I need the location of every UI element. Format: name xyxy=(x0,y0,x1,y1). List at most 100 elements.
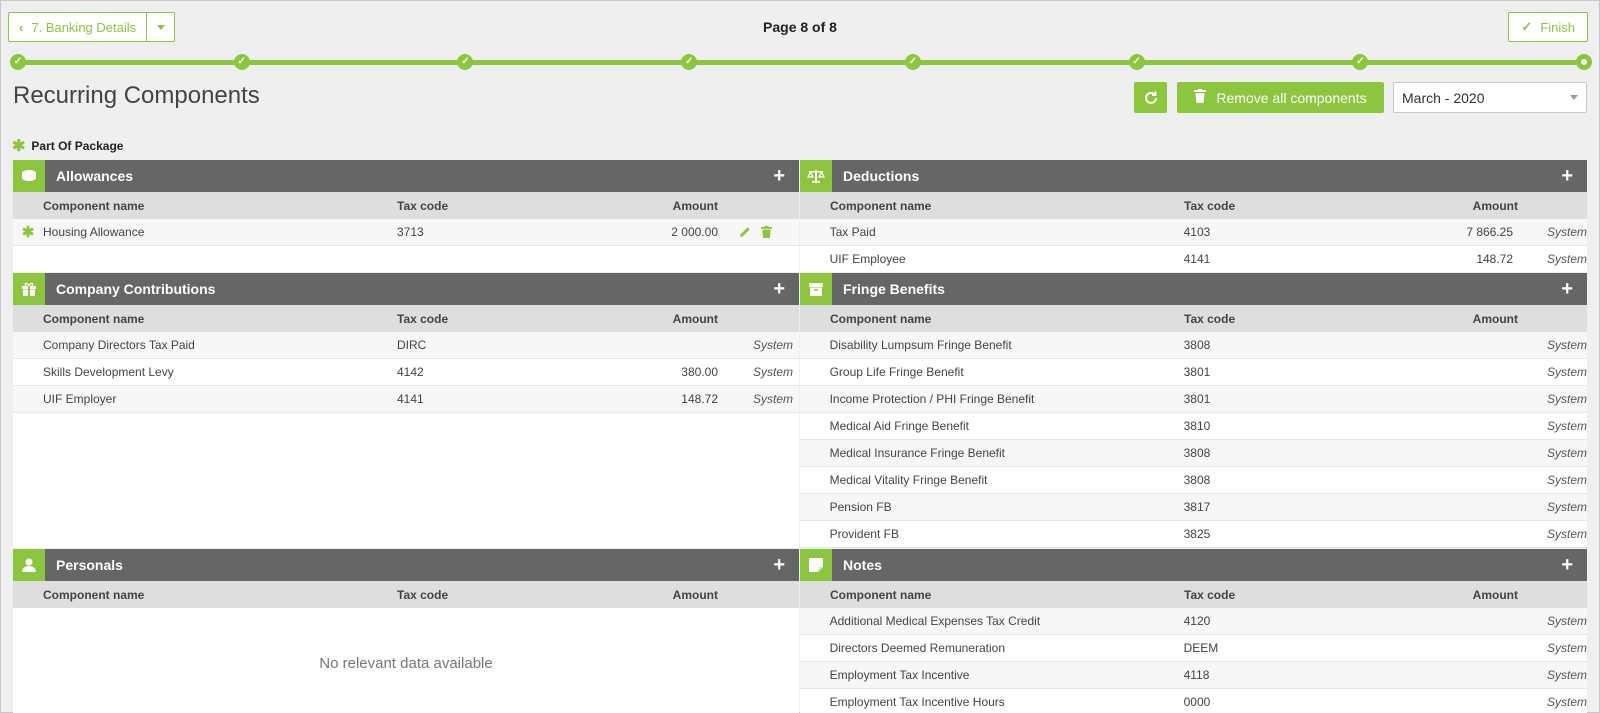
source-label: System xyxy=(1546,225,1587,239)
source-label: System xyxy=(1546,338,1587,352)
column-header-amount: Amount xyxy=(672,587,718,602)
back-button[interactable]: ‹ 7. Banking Details xyxy=(8,12,148,42)
refresh-button[interactable] xyxy=(1134,82,1167,113)
table-row[interactable]: UIF Employee 4141 148.72 System xyxy=(800,246,1587,272)
amount: 380.00 xyxy=(681,365,718,379)
table-row[interactable]: Group Life Fringe Benefit 3801 System xyxy=(800,359,1587,386)
component-name: Group Life Fringe Benefit xyxy=(829,365,964,379)
tax-code: DIRC xyxy=(397,338,427,352)
table-row[interactable]: Tax Paid 4103 7 866.25 System xyxy=(800,219,1587,246)
source-label: System xyxy=(1546,365,1587,379)
add-allowance-button[interactable]: + xyxy=(773,164,785,188)
add-company-contribution-button[interactable]: + xyxy=(773,277,785,301)
panel-title: Allowances xyxy=(56,168,134,184)
tax-code: 3801 xyxy=(1183,365,1211,379)
panel-header: Notes + xyxy=(800,549,1587,581)
column-header-tax: Tax code xyxy=(1184,587,1236,602)
component-name: Disability Lumpsum Fringe Benefit xyxy=(829,338,1012,352)
column-header-row: Component name Tax code Amount xyxy=(800,581,1587,608)
column-header-name: Component name xyxy=(43,311,145,326)
add-personal-button[interactable]: + xyxy=(773,553,785,577)
panel-title: Notes xyxy=(843,557,882,573)
component-name: Directors Deemed Remuneration xyxy=(829,641,1005,655)
period-select[interactable]: March - 2020 xyxy=(1393,82,1587,113)
source-label: System xyxy=(752,392,793,406)
table-row[interactable]: Provident FB 3825 System xyxy=(800,521,1587,548)
table-row[interactable]: Company Directors Tax Paid DIRC System xyxy=(13,332,799,359)
note-icon xyxy=(800,549,832,581)
table-row[interactable]: Employment Tax Incentive Hours 0000 System xyxy=(800,689,1587,713)
tax-code: 3801 xyxy=(1183,392,1211,406)
panel-header: Company Contributions + xyxy=(13,273,799,305)
finish-button[interactable]: ✓ Finish xyxy=(1508,12,1588,42)
progress-step-2[interactable]: ✓ xyxy=(233,54,250,70)
column-header-row: Component name Tax code Amount xyxy=(800,305,1587,332)
add-fringe-benefit-button[interactable]: + xyxy=(1561,277,1573,301)
table-row[interactable]: Medical Insurance Fringe Benefit 3808 Syst… xyxy=(800,440,1587,467)
column-header-tax: Tax code xyxy=(397,198,449,213)
table-row[interactable]: Income Protection / PHI Fringe Benefit 38… xyxy=(800,386,1587,413)
table-row[interactable]: ✱ Housing Allowance 3713 2 000.00 xyxy=(13,219,799,246)
table-row[interactable]: Medical Vitality Fringe Benefit 3808 Syste… xyxy=(800,467,1587,494)
fringe-benefits-panel: Fringe Benefits + Component name Tax cod… xyxy=(800,273,1587,548)
component-name: Medical Aid Fringe Benefit xyxy=(829,419,969,433)
source-label: System xyxy=(1546,419,1587,433)
remove-all-components-button[interactable]: Remove all components xyxy=(1177,82,1384,113)
check-icon: ✓ xyxy=(1521,19,1533,34)
back-dropdown-button[interactable] xyxy=(147,12,176,42)
column-header-tax: Tax code xyxy=(397,587,449,602)
progress-step-8[interactable] xyxy=(1576,54,1592,70)
delete-icon[interactable] xyxy=(761,226,772,238)
back-button-group: ‹ 7. Banking Details xyxy=(8,12,176,42)
column-header-name: Component name xyxy=(43,587,145,602)
user-icon xyxy=(13,549,45,581)
panel-title: Deductions xyxy=(843,168,920,184)
refresh-icon xyxy=(1144,91,1157,104)
source-label: System xyxy=(1546,668,1587,682)
part-of-package-legend: ✱ Part Of Package xyxy=(12,136,123,156)
source-label: System xyxy=(1546,446,1587,460)
amount: 7 866.25 xyxy=(1466,225,1514,239)
column-header-tax: Tax code xyxy=(397,311,449,326)
add-note-button[interactable]: + xyxy=(1561,553,1573,577)
column-header-row: Component name Tax code Amount xyxy=(13,305,799,332)
wizard-progress-bar xyxy=(18,60,1584,65)
progress-step-1[interactable]: ✓ xyxy=(10,54,26,70)
table-row[interactable]: Directors Deemed Remuneration DEEM System xyxy=(800,635,1587,662)
column-header-row: Component name Tax code Amount xyxy=(800,192,1587,219)
table-row[interactable]: Skills Development Levy 4142 380.00 Syst… xyxy=(13,359,799,386)
column-header-tax: Tax code xyxy=(1184,198,1236,213)
coins-icon xyxy=(13,160,45,192)
source-label: System xyxy=(752,338,793,352)
source-label: System xyxy=(1546,641,1587,655)
table-row[interactable]: Pension FB 3817 System xyxy=(800,494,1587,521)
table-row[interactable]: UIF Employer 4141 148.72 System xyxy=(13,386,799,413)
table-row[interactable]: Employment Tax Incentive 4118 System xyxy=(800,662,1587,689)
table-row[interactable]: Additional Medical Expenses Tax Credit 41… xyxy=(800,608,1587,635)
finish-button-label: Finish xyxy=(1540,19,1575,35)
deductions-panel: Deductions + Component name Tax code Amo… xyxy=(800,160,1587,272)
component-name: Employment Tax Incentive Hours xyxy=(829,695,1005,709)
add-deduction-button[interactable]: + xyxy=(1561,164,1573,188)
component-name: Income Protection / PHI Fringe Benefit xyxy=(829,392,1035,406)
tax-code: 3808 xyxy=(1183,446,1211,460)
asterisk-icon: ✱ xyxy=(12,138,26,155)
panel-title: Personals xyxy=(56,557,123,573)
component-name: Housing Allowance xyxy=(43,225,145,239)
column-header-row: Component name Tax code Amount xyxy=(13,192,799,219)
tax-code: 3825 xyxy=(1183,527,1211,541)
back-button-label: 7. Banking Details xyxy=(31,19,137,35)
progress-step-5[interactable]: ✓ xyxy=(904,54,921,70)
tax-code: 3713 xyxy=(397,225,424,239)
tax-code: 4120 xyxy=(1183,614,1211,628)
component-name: UIF Employer xyxy=(43,392,117,406)
trash-icon xyxy=(1194,89,1207,106)
tax-code: 3808 xyxy=(1183,473,1211,487)
table-row[interactable]: Disability Lumpsum Fringe Benefit 3808 Sys… xyxy=(800,332,1587,359)
tax-code: 3810 xyxy=(1183,419,1211,433)
component-name: Provident FB xyxy=(829,527,899,541)
progress-step-6[interactable]: ✓ xyxy=(1128,54,1145,70)
table-row[interactable]: Medical Aid Fringe Benefit 3810 System xyxy=(800,413,1587,440)
tax-code: 4141 xyxy=(1183,252,1211,266)
edit-icon[interactable] xyxy=(739,226,751,238)
